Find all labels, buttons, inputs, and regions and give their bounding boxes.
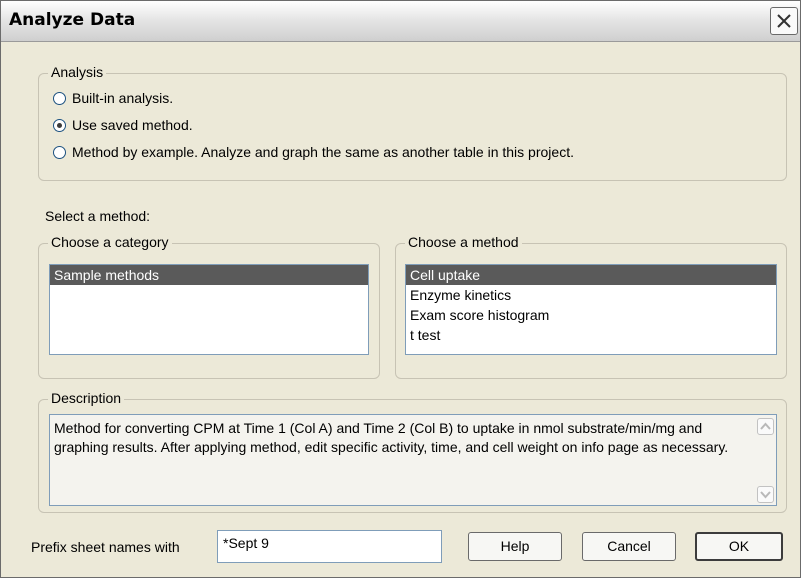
close-icon	[777, 14, 791, 28]
analyze-data-dialog: Analyze Data Analysis Built-in analysis.…	[0, 0, 801, 578]
description-text: Method for converting CPM at Time 1 (Col…	[54, 420, 729, 455]
list-item[interactable]: Exam score histogram	[406, 305, 776, 325]
analysis-legend: Analysis	[48, 64, 107, 80]
help-button[interactable]: Help	[468, 532, 562, 561]
category-group: Choose a category Sample methods	[38, 234, 380, 379]
list-item[interactable]: Cell uptake	[406, 265, 776, 285]
radio-label: Method by example. Analyze and graph the…	[72, 144, 574, 160]
description-group: Description Method for converting CPM at…	[38, 390, 787, 513]
chevron-down-icon	[760, 491, 771, 499]
scroll-down-button[interactable]	[757, 486, 774, 503]
radio-use-saved-method[interactable]: Use saved method.	[53, 115, 193, 135]
title-bar[interactable]: Analyze Data	[1, 1, 800, 42]
radio-button[interactable]	[53, 91, 66, 105]
scroll-up-button[interactable]	[757, 418, 774, 435]
radio-builtin-analysis[interactable]: Built-in analysis.	[53, 88, 173, 108]
list-item[interactable]: Enzyme kinetics	[406, 285, 776, 305]
list-item[interactable]: t test	[406, 325, 776, 345]
cancel-button[interactable]: Cancel	[582, 532, 676, 561]
radio-button[interactable]	[53, 145, 66, 159]
description-legend: Description	[48, 390, 125, 406]
chevron-up-icon	[760, 422, 771, 430]
description-scrollbar[interactable]	[756, 415, 776, 505]
dialog-title: Analyze Data	[9, 10, 136, 30]
prefix-label: Prefix sheet names with	[31, 539, 180, 555]
radio-method-by-example[interactable]: Method by example. Analyze and graph the…	[53, 142, 574, 162]
radio-button[interactable]	[53, 118, 66, 132]
description-box[interactable]: Method for converting CPM at Time 1 (Col…	[49, 414, 777, 506]
method-legend: Choose a method	[405, 234, 522, 250]
list-item[interactable]: Sample methods	[50, 265, 368, 285]
close-button[interactable]	[770, 7, 798, 35]
category-legend: Choose a category	[48, 234, 172, 250]
category-listbox[interactable]: Sample methods	[49, 264, 369, 355]
method-listbox[interactable]: Cell uptake Enzyme kinetics Exam score h…	[405, 264, 777, 355]
radio-label: Use saved method.	[72, 117, 193, 133]
ok-button[interactable]: OK	[695, 532, 783, 561]
radio-label: Built-in analysis.	[72, 90, 174, 106]
method-group: Choose a method Cell uptake Enzyme kinet…	[395, 234, 787, 379]
analysis-group: Analysis Built-in analysis. Use saved me…	[38, 64, 787, 181]
select-method-label: Select a method:	[45, 208, 151, 224]
prefix-input[interactable]: *Sept 9	[217, 530, 442, 563]
